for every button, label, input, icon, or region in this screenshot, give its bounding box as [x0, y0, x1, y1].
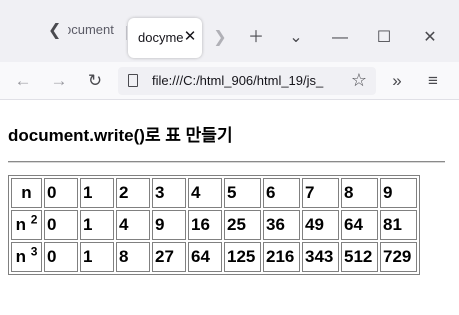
table-cell: 49	[302, 210, 339, 240]
table-cell: 4	[188, 178, 222, 208]
tab-separator	[126, 26, 127, 40]
table-cell: 64	[188, 242, 222, 272]
table-cell: 6	[263, 178, 300, 208]
nav-toolbar: ← → ↻ file:///C:/html_906/html_19/js_ ☆ …	[0, 62, 459, 100]
close-tab-icon[interactable]: ✕	[182, 29, 198, 45]
tab-active[interactable]: docyme ✕	[128, 18, 202, 58]
table-cell: 125	[224, 242, 261, 272]
table-cell: 7	[302, 178, 339, 208]
table-cell: 3	[152, 178, 186, 208]
back-arrow-icon[interactable]: ←	[12, 71, 34, 91]
new-tab-plus-icon[interactable]: ＋	[244, 28, 268, 48]
table-cell: 1	[80, 210, 114, 240]
table-cell: 36	[263, 210, 300, 240]
table-cell: 25	[224, 210, 261, 240]
close-window-icon[interactable]: ✕	[418, 28, 442, 48]
table-cell: 2	[116, 178, 150, 208]
row-label-exponent: 2	[30, 212, 38, 227]
tab-strip: ❮ ocument docyme ✕ ❯ ＋ ⌄ — ☐ ✕	[0, 0, 459, 62]
row-label: n	[21, 183, 32, 202]
table-cell: 81	[380, 210, 417, 240]
powers-table: n0123456789n 2 0 1 4 9 16 25 36 49 64 81 n 3 0 1 8 27 64…	[8, 175, 420, 275]
page-heading: document.write()로 표 만들기	[8, 126, 233, 145]
extensions-overflow-icon[interactable]: »	[386, 71, 408, 91]
table-cell: 16	[188, 210, 222, 240]
table-cell: 512	[341, 242, 378, 272]
table-cell: 1	[80, 242, 114, 272]
table-cell: 9	[380, 178, 417, 208]
page-file-icon	[128, 74, 138, 87]
table-cell: 8	[341, 178, 378, 208]
tab-active-label: docyme	[138, 30, 184, 45]
table-cell: 64	[341, 210, 378, 240]
table-cell: 9	[152, 210, 186, 240]
url-text[interactable]: file:///C:/html_906/html_19/js_	[152, 73, 338, 91]
table-cell: 0	[44, 242, 78, 272]
table-cell: 343	[302, 242, 339, 272]
minimize-icon[interactable]: —	[328, 28, 352, 48]
row-label-cell: n 3	[11, 242, 42, 272]
row-label-cell: n 2	[11, 210, 42, 240]
tab-scroll-right-icon[interactable]: ❯	[208, 28, 232, 48]
powers-table-body: n0123456789n 2 0 1 4 9 16 25 36 49 64 81 n 3 0 1 8 27 64…	[11, 178, 417, 272]
table-row: n0123456789	[11, 178, 417, 208]
table-cell: 216	[263, 242, 300, 272]
url-bar[interactable]: file:///C:/html_906/html_19/js_ ☆	[118, 67, 376, 95]
table-cell: 4	[116, 210, 150, 240]
page-content: document.write()로 표 만들기 n0123456789n 201…	[0, 100, 459, 315]
forward-arrow-icon[interactable]: →	[48, 71, 70, 91]
tab-inactive-label: ocument	[68, 22, 114, 37]
table-cell: 0	[44, 178, 78, 208]
table-cell: 729	[380, 242, 417, 272]
row-label: n	[15, 247, 31, 266]
table-row: n 2 0 1 4 9 16 25 36 49 64 81	[11, 210, 417, 240]
hamburger-menu-icon[interactable]: ≡	[422, 71, 444, 91]
table-cell: 8	[116, 242, 150, 272]
table-cell: 1	[80, 178, 114, 208]
row-label-exponent: 3	[30, 244, 38, 259]
tab-inactive[interactable]: ocument	[68, 22, 124, 42]
table-cell: 0	[44, 210, 78, 240]
horizontal-rule	[8, 161, 445, 163]
table-cell: 5	[224, 178, 261, 208]
table-row: n 3 0 1 8 27 64 125 216 343 512 729	[11, 242, 417, 272]
row-label: n	[15, 215, 31, 234]
row-label-cell: n	[11, 178, 42, 208]
bookmark-star-icon[interactable]: ☆	[349, 70, 369, 90]
reload-icon[interactable]: ↻	[84, 71, 106, 91]
table-cell: 27	[152, 242, 186, 272]
maximize-icon[interactable]: ☐	[372, 28, 396, 48]
list-tabs-chevron-down-icon[interactable]: ⌄	[284, 28, 308, 48]
tab-scroll-left-icon[interactable]: ❮	[48, 23, 64, 39]
